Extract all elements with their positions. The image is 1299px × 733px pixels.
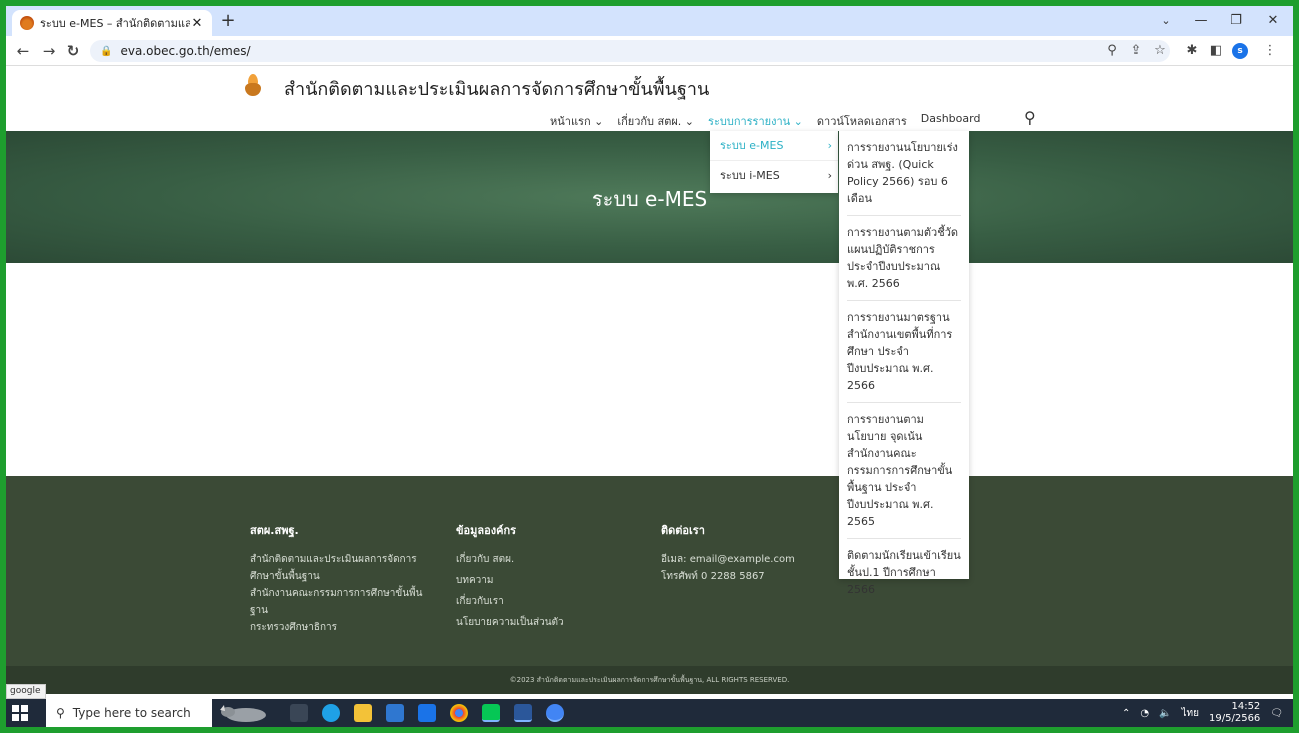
report-system-dropdown: ระบบ e-MES › ระบบ i-MES › <box>710 131 838 193</box>
word-icon[interactable] <box>514 704 532 722</box>
footer-link-about-us[interactable]: เกี่ยวกับเรา <box>456 593 626 610</box>
tab-close-icon[interactable]: ✕ <box>190 16 204 31</box>
chrome-icon[interactable] <box>450 704 468 722</box>
volume-icon[interactable]: 🔈 <box>1159 708 1171 719</box>
menu-item-imes-label: ระบบ i-MES <box>720 169 780 182</box>
search-icon: ⚲ <box>56 706 65 720</box>
taskbar-search-placeholder: Type here to search <box>72 706 191 720</box>
footer-col-info: ข้อมูลองค์กร เกี่ยวกับ สตผ. บทความ เกี่ย… <box>456 522 626 631</box>
clock-time: 14:52 <box>1231 701 1261 712</box>
reload-icon[interactable]: ↻ <box>64 42 82 60</box>
site-footer: สตผ.สพฐ. สำนักติดตามและประเมินผลการจัดกา… <box>6 476 1293 666</box>
address-bar[interactable]: 🔒 eva.obec.go.th/emes/ <box>90 40 1170 62</box>
footer-org-line: กระทรวงศึกษาธิการ <box>250 622 338 633</box>
new-tab-button[interactable]: + <box>218 12 238 32</box>
nav-about[interactable]: เกี่ยวกับ สตผ. ⌄ <box>617 112 694 130</box>
taskbar-clock[interactable]: 14:52 19/5/2566 <box>1209 701 1260 725</box>
site-name[interactable]: สำนักติดตามและประเมินผลการจัดการศึกษาขั้… <box>284 74 709 103</box>
submenu-item-p1-enrollment[interactable]: ติดตามนักเรียนเข้าเรียนชั้นป.1 ปีการศึกษ… <box>847 547 961 606</box>
footer-org-heading: สตผ.สพฐ. <box>250 524 299 537</box>
rhino-illustration-icon <box>220 705 266 722</box>
zoom-icon[interactable]: ⚲ <box>1104 43 1120 59</box>
main-content <box>6 263 1293 476</box>
nav-download[interactable]: ดาวน์โหลดเอกสาร <box>817 112 907 130</box>
submenu-item-policy-focus[interactable]: การรายงานตามนโยบาย จุดเน้นสำนักงานคณะกรร… <box>847 411 961 539</box>
status-tooltip: google <box>6 684 46 699</box>
windows-start-icon[interactable] <box>12 705 28 721</box>
language-indicator[interactable]: ไทย <box>1182 706 1199 721</box>
nav-home[interactable]: หน้าแรก ⌄ <box>550 112 603 130</box>
site-favicon-icon <box>20 16 34 30</box>
close-window-button[interactable]: ✕ <box>1258 10 1288 32</box>
page-title: ระบบ e-MES <box>591 187 708 211</box>
chrome-profile-icon[interactable] <box>546 704 564 722</box>
menu-item-emes-label: ระบบ e-MES <box>720 139 784 152</box>
bookmark-star-icon[interactable]: ☆ <box>1152 43 1168 59</box>
taskbar-search-box[interactable]: ⚲ Type here to search <box>46 699 212 727</box>
submenu-item-quick-policy[interactable]: การรายงานนโยบายเร่งด่วน สพฐ. (Quick Poli… <box>847 139 961 216</box>
menu-item-emes[interactable]: ระบบ e-MES › <box>710 131 838 161</box>
browser-tab[interactable]: ระบบ e-MES – สำนักติดตามและประเมิ ✕ <box>12 10 212 36</box>
footer-contact-heading: ติดต่อเรา <box>661 524 705 537</box>
tab-search-icon[interactable]: ⌄ <box>1151 10 1181 32</box>
footer-org-line: สำนักติดตามและประเมินผลการจัดการศึกษาขั้… <box>250 554 417 582</box>
line-app-icon[interactable] <box>482 704 500 722</box>
lock-icon: 🔒 <box>100 45 113 57</box>
footer-org-line: สำนักงานคณะกรรมการการศึกษาขั้นพื้นฐาน <box>250 588 423 616</box>
notification-icon[interactable]: 🗨 <box>1270 708 1283 719</box>
emes-submenu: การรายงานนโยบายเร่งด่วน สพฐ. (Quick Poli… <box>839 131 969 596</box>
mail-icon[interactable] <box>418 704 436 722</box>
browser-menu-icon[interactable]: ⋮ <box>1262 43 1278 59</box>
chevron-right-icon: › <box>827 139 832 152</box>
extensions-icon[interactable]: ✱ <box>1184 43 1200 59</box>
main-nav: หน้าแรก ⌄ เกี่ยวกับ สตผ. ⌄ ระบบการรายงาน… <box>550 112 994 130</box>
search-icon[interactable]: ⚲ <box>1024 108 1036 127</box>
footer-link-articles[interactable]: บทความ <box>456 572 626 589</box>
minimize-button[interactable]: — <box>1186 10 1216 32</box>
side-panel-icon[interactable]: ◧ <box>1208 43 1224 59</box>
footer-col-org: สตผ.สพฐ. สำนักติดตามและประเมินผลการจัดกา… <box>250 522 440 636</box>
submenu-item-area-standards[interactable]: การรายงานมาตรฐานสำนักงานเขตพื้นที่การศึก… <box>847 309 961 403</box>
network-icon[interactable]: ◔ <box>1140 708 1149 719</box>
site-header: สำนักติดตามและประเมินผลการจัดการศึกษาขั้… <box>6 66 1293 131</box>
windows-taskbar: ⚲ Type here to search ⌃ ◔ 🔈 ไทย 14:52 19… <box>6 699 1293 727</box>
hero-banner: ระบบ e-MES <box>6 131 1293 263</box>
menu-item-imes[interactable]: ระบบ i-MES › <box>710 161 838 191</box>
forward-arrow-icon[interactable]: → <box>40 42 58 60</box>
file-explorer-icon[interactable] <box>354 704 372 722</box>
footer-link-about[interactable]: เกี่ยวกับ สตผ. <box>456 551 626 568</box>
nav-dashboard[interactable]: Dashboard <box>921 112 981 130</box>
footer-phone: โทรศัพท์ 0 2288 5867 <box>661 571 765 582</box>
submenu-item-indicators[interactable]: การรายงานตามตัวชี้วัดแผนปฏิบัติราชการ ปร… <box>847 224 961 301</box>
edge-icon[interactable] <box>322 704 340 722</box>
store-icon[interactable] <box>386 704 404 722</box>
footer-email[interactable]: อีเมล: email@example.com <box>661 551 831 568</box>
nav-report-system[interactable]: ระบบการรายงาน ⌄ <box>708 112 803 130</box>
url-text: eva.obec.go.th/emes/ <box>120 44 251 58</box>
browser-toolbar: ← → ↻ 🔒 eva.obec.go.th/emes/ ⚲ ⇪ ☆ ✱ ◧ s… <box>6 36 1293 66</box>
site-logo-icon[interactable] <box>244 74 262 96</box>
chevron-right-icon: › <box>827 169 832 182</box>
footer-link-privacy[interactable]: นโยบายความเป็นส่วนตัว <box>456 614 626 631</box>
footer-info-heading: ข้อมูลองค์กร <box>456 524 517 537</box>
clock-date: 19/5/2566 <box>1209 713 1261 724</box>
restore-button[interactable]: ❐ <box>1221 10 1251 32</box>
screen: ระบบ e-MES – สำนักติดตามและประเมิ ✕ + ⌄ … <box>6 6 1293 727</box>
tab-strip: ระบบ e-MES – สำนักติดตามและประเมิ ✕ + ⌄ … <box>6 6 1293 36</box>
share-icon[interactable]: ⇪ <box>1128 43 1144 59</box>
profile-avatar[interactable]: s <box>1232 43 1248 59</box>
system-tray: ⌃ ◔ 🔈 ไทย 14:52 19/5/2566 🗨 <box>1122 699 1293 727</box>
tray-up-arrow-icon[interactable]: ⌃ <box>1122 708 1130 719</box>
task-view-icon[interactable] <box>290 704 308 722</box>
copyright-bar: ©2023 สำนักติดตามและประเมินผลการจัดการศึ… <box>6 666 1293 694</box>
footer-col-contact: ติดต่อเรา อีเมล: email@example.com โทรศั… <box>661 522 831 585</box>
tab-title: ระบบ e-MES – สำนักติดตามและประเมิ <box>40 17 190 30</box>
back-arrow-icon[interactable]: ← <box>14 42 32 60</box>
